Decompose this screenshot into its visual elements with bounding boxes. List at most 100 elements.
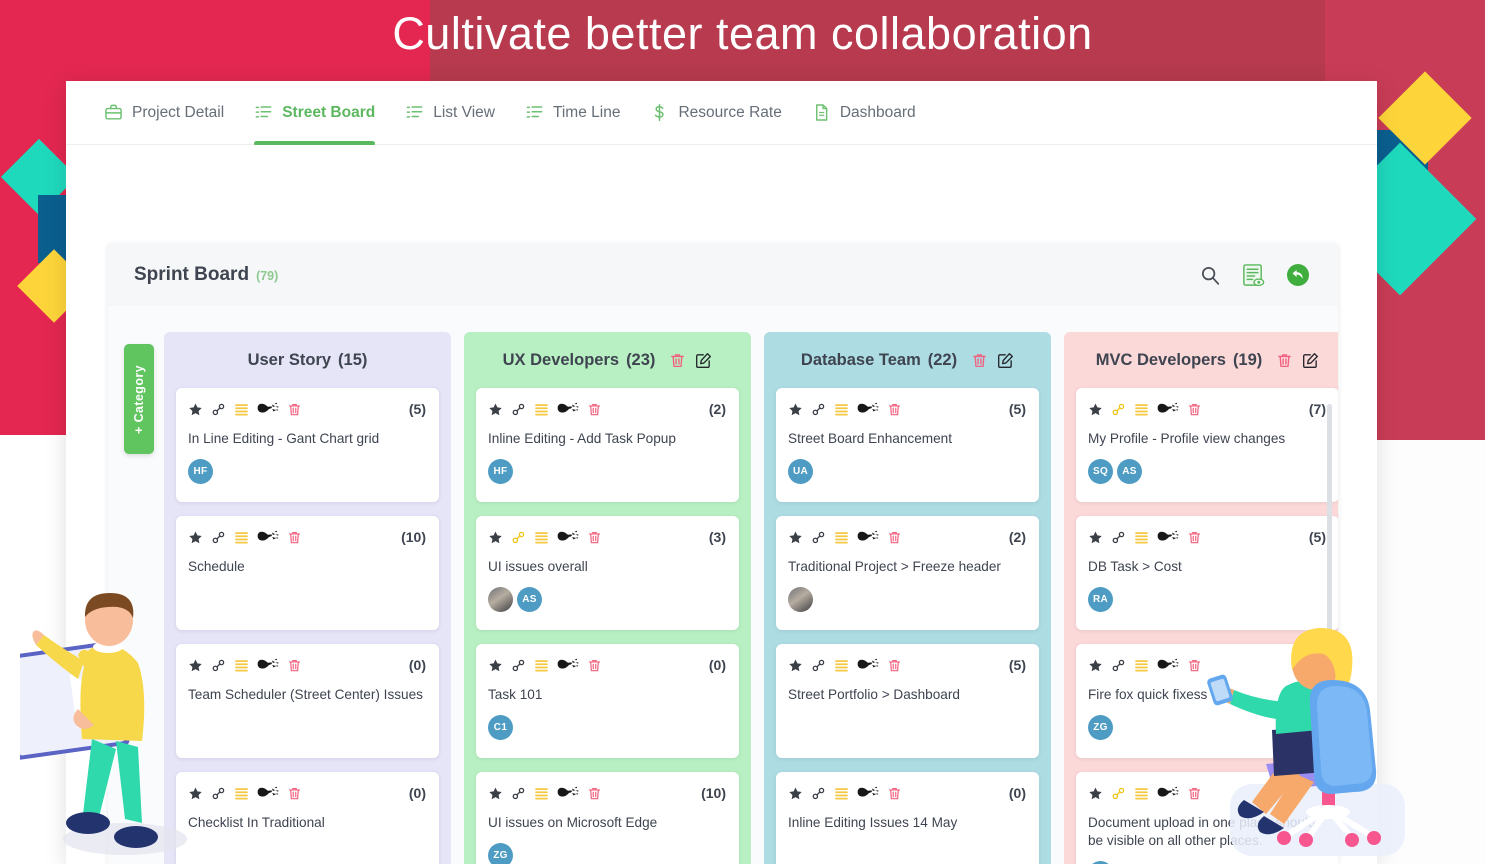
star-icon[interactable] <box>1088 530 1103 545</box>
add-category-tab[interactable]: + Category <box>124 344 154 454</box>
column-edit-icon[interactable] <box>997 352 1014 369</box>
task-card[interactable]: (5) Street Board Enhancement UA <box>776 388 1039 502</box>
link-icon[interactable] <box>811 658 826 673</box>
star-icon[interactable] <box>188 786 203 801</box>
trash-icon[interactable] <box>287 658 302 673</box>
avatar[interactable]: AS <box>517 587 542 613</box>
avatar[interactable] <box>788 587 813 613</box>
trash-icon[interactable] <box>287 786 302 801</box>
trash-icon[interactable] <box>287 402 302 417</box>
link-icon[interactable] <box>511 402 526 417</box>
avatar[interactable]: AS <box>1117 459 1142 485</box>
avatar[interactable]: ZG <box>488 843 513 864</box>
nav-item-project-detail[interactable]: Project Detail <box>104 81 224 145</box>
link-icon[interactable] <box>1111 402 1126 417</box>
star-icon[interactable] <box>488 786 503 801</box>
star-icon[interactable] <box>1088 786 1103 801</box>
task-card[interactable]: (7) My Profile - Profile view changes SQ AS <box>1076 388 1338 502</box>
link-icon[interactable] <box>811 786 826 801</box>
list-lines-icon[interactable] <box>834 658 849 673</box>
avatar[interactable]: UA <box>788 459 813 485</box>
trash-icon[interactable] <box>887 530 902 545</box>
list-lines-icon[interactable] <box>834 530 849 545</box>
task-card[interactable]: (0) Team Scheduler (Street Center) Issues <box>176 644 439 758</box>
trash-icon[interactable] <box>1187 786 1202 801</box>
avatar[interactable] <box>488 587 513 613</box>
nav-item-time-line[interactable]: Time Line <box>525 81 620 145</box>
star-icon[interactable] <box>188 658 203 673</box>
link-icon[interactable] <box>211 530 226 545</box>
task-card[interactable]: (2) Traditional Project > Freeze header <box>776 516 1039 630</box>
board-column-ux-developers[interactable]: UX Developers (23) (2) Inline Editing - Add… <box>464 332 751 864</box>
drag-hand-icon[interactable] <box>557 401 579 417</box>
drag-hand-icon[interactable] <box>857 785 879 801</box>
trash-icon[interactable] <box>887 658 902 673</box>
avatar[interactable]: SQ <box>1088 459 1113 485</box>
drag-hand-icon[interactable] <box>857 401 879 417</box>
column-edit-icon[interactable] <box>1302 352 1319 369</box>
link-icon[interactable] <box>511 658 526 673</box>
task-card[interactable]: (0) Task 101 C1 <box>476 644 739 758</box>
avatar[interactable]: HF <box>488 459 513 485</box>
trash-icon[interactable] <box>587 530 602 545</box>
link-icon[interactable] <box>511 786 526 801</box>
list-lines-icon[interactable] <box>1134 402 1149 417</box>
refresh-icon[interactable] <box>1286 263 1310 287</box>
trash-icon[interactable] <box>587 786 602 801</box>
link-icon[interactable] <box>1111 658 1126 673</box>
nav-item-street-board[interactable]: Street Board <box>254 81 376 146</box>
list-lines-icon[interactable] <box>234 658 249 673</box>
avatar[interactable]: ZG <box>1088 715 1113 741</box>
drag-hand-icon[interactable] <box>1157 785 1179 801</box>
drag-hand-icon[interactable] <box>857 529 879 545</box>
star-icon[interactable] <box>488 530 503 545</box>
column-delete-icon[interactable] <box>1276 352 1293 369</box>
list-lines-icon[interactable] <box>234 530 249 545</box>
task-card[interactable]: (2) Inline Editing - Add Task Popup HF <box>476 388 739 502</box>
drag-hand-icon[interactable] <box>557 785 579 801</box>
column-delete-icon[interactable] <box>669 352 686 369</box>
star-icon[interactable] <box>488 402 503 417</box>
task-card[interactable]: (5) In Line Editing - Gant Chart grid HF <box>176 388 439 502</box>
board-column-user-story[interactable]: User Story (15) (5) In Line Editing - Gant … <box>164 332 451 864</box>
trash-icon[interactable] <box>887 402 902 417</box>
list-lines-icon[interactable] <box>534 786 549 801</box>
task-card[interactable]: (0) Checklist In Traditional <box>176 772 439 864</box>
link-icon[interactable] <box>511 530 526 545</box>
link-icon[interactable] <box>811 402 826 417</box>
task-card[interactable]: (2) Fire fox quick fixess ZG <box>1076 644 1338 758</box>
list-lines-icon[interactable] <box>234 786 249 801</box>
vertical-scrollbar[interactable] <box>1327 404 1332 794</box>
star-icon[interactable] <box>788 530 803 545</box>
task-card[interactable]: (3) UI issues overall AS <box>476 516 739 630</box>
nav-item-resource-rate[interactable]: Resource Rate <box>650 81 782 145</box>
drag-hand-icon[interactable] <box>257 785 279 801</box>
trash-icon[interactable] <box>887 786 902 801</box>
task-card[interactable]: (5) DB Task > Cost RA <box>1076 516 1338 630</box>
drag-hand-icon[interactable] <box>857 657 879 673</box>
nav-item-list-view[interactable]: List View <box>405 81 495 145</box>
link-icon[interactable] <box>211 402 226 417</box>
drag-hand-icon[interactable] <box>1157 529 1179 545</box>
list-lines-icon[interactable] <box>234 402 249 417</box>
list-lines-icon[interactable] <box>834 786 849 801</box>
list-lines-icon[interactable] <box>534 402 549 417</box>
drag-hand-icon[interactable] <box>1157 401 1179 417</box>
board-column-mvc-developers[interactable]: MVC Developers (19) (7) My Profile - Profil… <box>1064 332 1338 864</box>
star-icon[interactable] <box>788 402 803 417</box>
trash-icon[interactable] <box>587 658 602 673</box>
link-icon[interactable] <box>1111 530 1126 545</box>
link-icon[interactable] <box>811 530 826 545</box>
star-icon[interactable] <box>788 658 803 673</box>
list-view-icon[interactable] <box>1241 263 1266 288</box>
star-icon[interactable] <box>1088 658 1103 673</box>
list-lines-icon[interactable] <box>534 658 549 673</box>
trash-icon[interactable] <box>587 402 602 417</box>
list-lines-icon[interactable] <box>534 530 549 545</box>
column-delete-icon[interactable] <box>971 352 988 369</box>
trash-icon[interactable] <box>1187 658 1202 673</box>
link-icon[interactable] <box>211 658 226 673</box>
drag-hand-icon[interactable] <box>557 657 579 673</box>
drag-hand-icon[interactable] <box>257 529 279 545</box>
link-icon[interactable] <box>1111 786 1126 801</box>
